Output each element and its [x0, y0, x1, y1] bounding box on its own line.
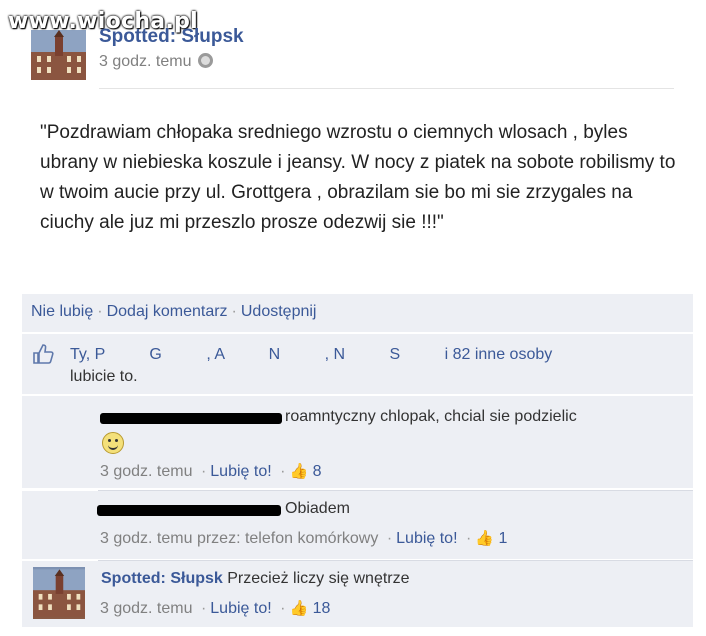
likes-summary: Ty, P G , A N , N S i 82 inne osoby lubi…: [70, 344, 650, 388]
post-actions: Nie lubię · Dodaj komentarz · Udostępnij: [31, 303, 316, 321]
likes-others-link[interactable]: i 82 inne osoby: [445, 346, 553, 363]
comment-meta: 3 godz. temu przez: telefon komórkowy · L…: [100, 529, 507, 548]
separator: ·: [200, 463, 207, 480]
comment-item: [22, 491, 693, 559]
comment-text: Obiadem: [285, 500, 350, 517]
thumbs-up-icon: 👍: [289, 463, 309, 480]
header-divider: [99, 88, 674, 89]
thumbs-up-icon: 👍: [475, 530, 494, 547]
redacted-author: [100, 413, 282, 424]
comment-like-button[interactable]: Lubię to!: [210, 600, 271, 617]
separator: ·: [386, 530, 393, 547]
likes-suffix: lubicie to.: [70, 368, 138, 385]
separator: ·: [280, 600, 286, 617]
comment-like-button[interactable]: Lubię to!: [396, 530, 457, 547]
likes-names[interactable]: Ty, P G , A N , N S: [70, 346, 400, 363]
thumbs-up-icon: 👍: [289, 600, 309, 617]
post-timestamp[interactable]: 3 godz. temu: [99, 53, 213, 71]
comment-time[interactable]: 3 godz. temu: [100, 463, 193, 480]
globe-icon: [197, 53, 213, 68]
comment-meta: 3 godz. temu · Lubię to! · 👍 18: [100, 599, 330, 618]
separator: ·: [465, 530, 472, 547]
comment-like-button[interactable]: Lubię to!: [210, 463, 271, 480]
comment-body: Spotted: Słupsk Przecież liczy się wnętr…: [101, 570, 410, 588]
comment-meta: 3 godz. temu · Lubię to! · 👍 8: [100, 462, 322, 481]
unlike-link[interactable]: Nie lubię: [31, 303, 93, 320]
comment-time[interactable]: 3 godz. temu przez: telefon komórkowy: [100, 530, 378, 547]
post-timestamp-text[interactable]: 3 godz. temu: [99, 53, 192, 70]
redacted-author: [97, 505, 281, 516]
comment-like-count[interactable]: 1: [498, 530, 507, 547]
post-body: "Pozdrawiam chłopaka sredniego wzrostu o…: [40, 122, 676, 233]
comment-time[interactable]: 3 godz. temu: [100, 600, 193, 617]
share-link[interactable]: Udostępnij: [241, 303, 317, 320]
commenter-name[interactable]: Spotted: Słupsk: [101, 570, 223, 587]
separator: ·: [200, 600, 207, 617]
separator: ·: [231, 303, 237, 320]
page-avatar[interactable]: [31, 30, 86, 80]
post-page-name[interactable]: Spotted: Słupsk: [99, 26, 244, 48]
separator: ·: [280, 463, 286, 480]
commenter-avatar[interactable]: [33, 567, 85, 619]
add-comment-link[interactable]: Dodaj komentarz: [107, 303, 228, 320]
comment-text: roamntyczny chlopak, chcial sie podzieli…: [285, 408, 577, 425]
comment-like-count[interactable]: 18: [313, 600, 331, 617]
separator: ·: [97, 303, 103, 320]
comment-like-count[interactable]: 8: [313, 463, 322, 480]
comment-text: Przecież liczy się wnętrze: [227, 570, 410, 587]
thumbs-up-icon: [32, 344, 54, 369]
smiley-icon: [102, 432, 124, 454]
